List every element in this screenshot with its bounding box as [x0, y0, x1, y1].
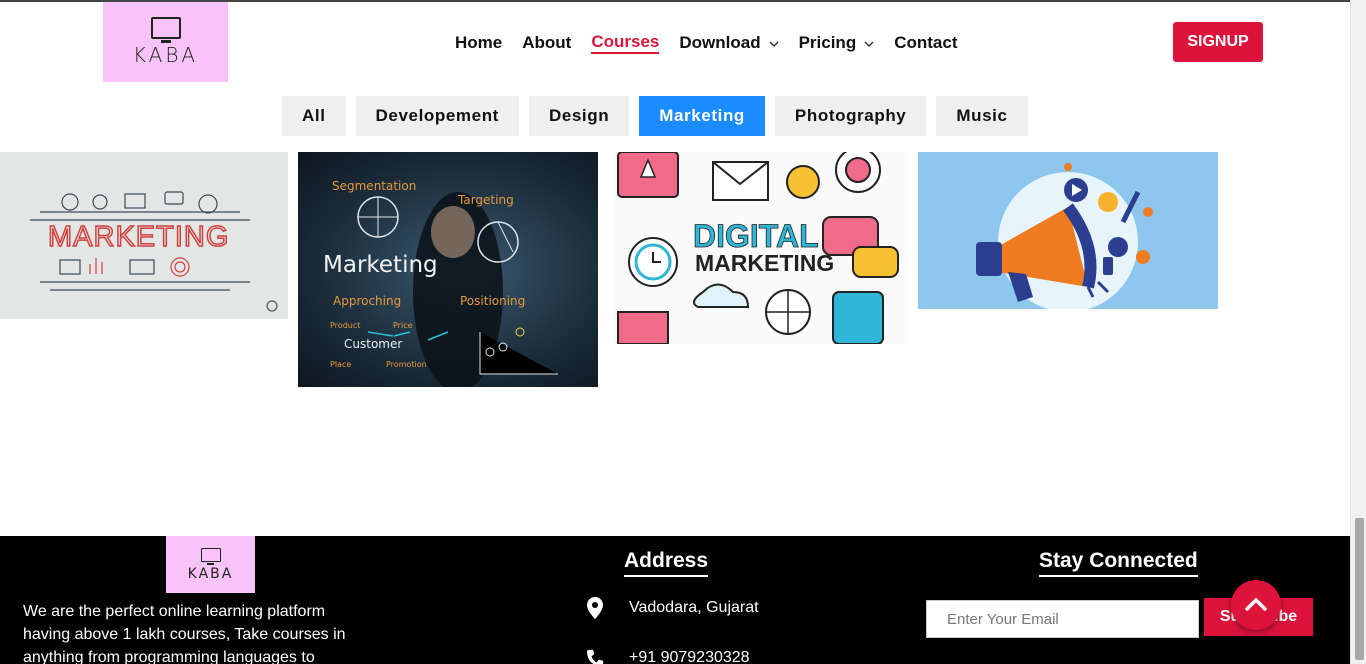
scrollbar-thumb[interactable]	[1355, 518, 1364, 660]
map-pin-icon	[586, 596, 604, 620]
monitor-chart-icon	[200, 547, 221, 565]
footer-logo[interactable]: KABA	[166, 536, 255, 593]
word-positioning: Positioning	[460, 294, 525, 308]
nav-download[interactable]: Download	[679, 32, 779, 54]
scroll-to-top-button[interactable]	[1231, 580, 1281, 630]
course-image-marketing-1[interactable]: MARKETING	[0, 152, 288, 319]
chevron-down-icon	[864, 38, 874, 50]
word-approching: Approching	[333, 294, 401, 308]
logo-text: KABA	[132, 42, 199, 67]
phone-icon	[586, 646, 604, 664]
course-image-marketing-2[interactable]: Segmentation Targeting Marketing Approch…	[298, 152, 598, 387]
address-heading: Address	[624, 549, 709, 577]
word-product: Product	[330, 321, 360, 330]
word-promotion: Promotion	[386, 360, 427, 369]
word-customer: Customer	[344, 337, 402, 351]
nav-pricing[interactable]: Pricing	[799, 32, 875, 54]
nav-courses-label: Courses	[591, 32, 660, 51]
card3-line1: DIGITAL	[693, 218, 819, 254]
chevron-down-icon	[769, 38, 779, 50]
footer-description: We are the perfect online learning platf…	[23, 603, 346, 664]
main-nav: Home About Courses Download Pricing Cont…	[455, 32, 977, 56]
course-image-megaphone[interactable]	[918, 152, 1218, 309]
filter-developement[interactable]: Developement	[355, 96, 519, 136]
page-scrollbar[interactable]	[1350, 0, 1366, 664]
course-filters: All Developement Design Marketing Photog…	[282, 96, 1028, 136]
card3-line2: MARKETING	[695, 250, 834, 276]
nav-pricing-label: Pricing	[798, 33, 857, 52]
filter-music[interactable]: Music	[936, 96, 1028, 136]
word-segmentation: Segmentation	[332, 179, 416, 193]
nav-about[interactable]: About	[522, 32, 571, 54]
newsletter-email-input[interactable]	[926, 600, 1199, 638]
nav-contact[interactable]: Contact	[894, 32, 957, 54]
filter-all[interactable]: All	[282, 96, 346, 136]
word-price: Price	[393, 321, 413, 330]
word-place: Place	[330, 360, 351, 369]
word-targeting: Targeting	[457, 193, 514, 207]
footer-logo-text: KABA	[187, 565, 234, 582]
nav-contact-label: Contact	[894, 33, 958, 52]
card1-title: MARKETING	[48, 221, 229, 253]
phone-text[interactable]: +91 9079230328	[629, 649, 750, 664]
nav-about-label: About	[522, 33, 572, 52]
stay-connected-heading: Stay Connected	[1039, 549, 1198, 577]
filter-marketing[interactable]: Marketing	[639, 96, 765, 136]
nav-home-label: Home	[455, 33, 503, 52]
word-marketing: Marketing	[323, 252, 438, 278]
nav-home[interactable]: Home	[455, 32, 502, 54]
site-logo[interactable]: KABA	[103, 2, 228, 82]
monitor-chart-icon	[150, 16, 181, 43]
chevron-up-icon	[1245, 596, 1267, 615]
course-image-digital-marketing[interactable]: DIGITAL MARKETING	[613, 152, 908, 344]
address-phone: +91 9079230328	[586, 646, 750, 664]
filter-design[interactable]: Design	[528, 96, 630, 136]
signup-button[interactable]: SIGNUP	[1173, 22, 1263, 62]
location-text: Vadodara, Gujarat	[629, 599, 759, 616]
nav-download-label: Download	[679, 33, 761, 52]
address-location: Vadodara, Gujarat	[586, 596, 759, 620]
filter-photography[interactable]: Photography	[774, 96, 927, 136]
nav-courses[interactable]: Courses	[591, 32, 660, 54]
